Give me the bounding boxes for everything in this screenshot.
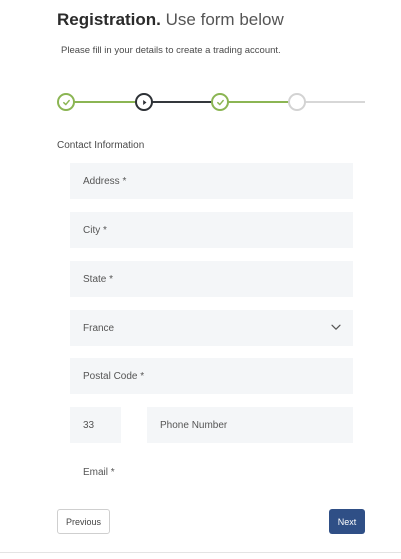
page-subtitle: Please fill in your details to create a … [61,45,281,56]
step-connector-4 [297,101,365,103]
progress-stepper [0,90,401,114]
section-label-contact: Contact Information [57,140,145,151]
step-4[interactable] [288,93,306,111]
state-label: State * [83,273,114,285]
next-button[interactable]: Next [329,509,365,534]
page-title: Registration. Use form below [57,9,284,31]
step-2[interactable] [135,93,153,111]
city-label: City * [83,224,107,236]
address-label: Address * [83,175,127,187]
chevron-down-icon [331,324,341,330]
email-label[interactable]: Email * [83,467,115,478]
step-1[interactable] [57,93,75,111]
postal-code-label: Postal Code * [83,370,145,382]
phone-number-field[interactable]: Phone Number [147,407,353,443]
step-connector-1 [66,101,144,103]
check-icon [62,99,70,105]
phone-country-code: 33 [83,419,95,431]
bottom-divider [0,552,401,553]
state-field[interactable]: State * [70,261,353,297]
country-value: France [83,322,115,334]
title-bold: Registration. [57,10,161,29]
step-connector-3 [220,101,297,103]
step-connector-2 [144,101,220,103]
city-field[interactable]: City * [70,212,353,248]
postal-code-field[interactable]: Postal Code * [70,358,353,394]
registration-page: Registration. Use form below Please fill… [0,0,401,559]
check-icon [216,99,224,105]
country-select[interactable]: France [70,310,353,346]
previous-button[interactable]: Previous [57,509,110,534]
phone-number-label: Phone Number [160,419,228,431]
phone-country-code-field[interactable]: 33 [70,407,121,443]
title-light: Use form below [165,10,284,29]
step-3[interactable] [211,93,229,111]
play-icon [142,99,146,105]
address-field[interactable]: Address * [70,163,353,199]
